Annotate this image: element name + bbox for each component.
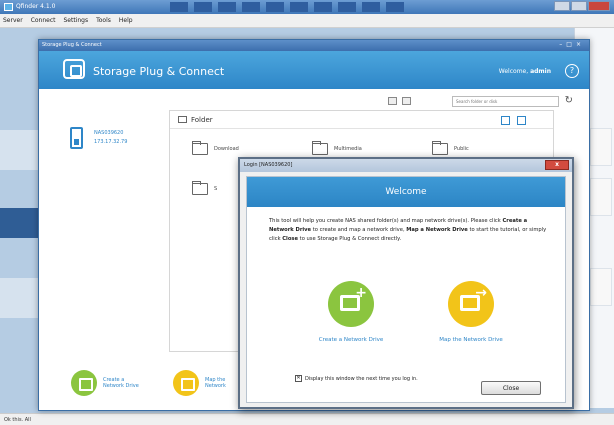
window-controls bbox=[554, 1, 610, 11]
welcome-banner: Welcome bbox=[247, 177, 565, 207]
login-content: Welcome This tool will help you create N… bbox=[246, 176, 566, 403]
list-view-icon[interactable] bbox=[402, 97, 411, 105]
menu-server[interactable]: Server bbox=[3, 17, 23, 24]
titlebar-strip bbox=[170, 0, 470, 14]
spc-header: Storage Plug & Connect Welcome, admin ? bbox=[39, 51, 589, 89]
maximize-button[interactable] bbox=[571, 1, 587, 11]
spc-caption: Storage Plug & Connect –□× bbox=[39, 40, 589, 51]
display-next-time-option[interactable]: ✕ Display this window the next time you … bbox=[295, 375, 418, 382]
storage-plug-icon bbox=[63, 59, 85, 79]
folder-icon bbox=[312, 141, 328, 155]
folder-icon bbox=[432, 141, 448, 155]
folder-icon bbox=[192, 141, 208, 155]
welcome-user: Welcome, admin bbox=[499, 68, 551, 75]
folder-name: Multimedia bbox=[334, 146, 362, 152]
folder-item-s[interactable]: S bbox=[192, 181, 218, 195]
qfinder-app-icon bbox=[4, 3, 13, 11]
qfinder-title: Qfinder 4.1.0 bbox=[16, 3, 56, 10]
map-network-drive-label: Map the Network Drive bbox=[439, 337, 503, 343]
folder-header-label: Folder bbox=[191, 116, 213, 124]
map-network-drive-icon bbox=[173, 370, 199, 396]
display-next-time-label: Display this window the next time you lo… bbox=[305, 375, 418, 382]
intro-text: This tool will help you create NAS share… bbox=[269, 218, 547, 242]
minimize-button[interactable] bbox=[554, 1, 570, 11]
folder-name: S bbox=[214, 186, 218, 192]
menu-help[interactable]: Help bbox=[119, 17, 133, 24]
login-dialog: Login [NAS039620] x Welcome This tool wi… bbox=[238, 157, 574, 409]
spc-toolbar: ↻ bbox=[39, 89, 589, 111]
refresh-icon[interactable]: ↻ bbox=[565, 95, 573, 106]
search-input[interactable] bbox=[452, 96, 559, 107]
folder-name: Public bbox=[454, 146, 469, 152]
grid-view-icon[interactable] bbox=[388, 97, 397, 105]
intro-close-link: Close bbox=[282, 236, 299, 242]
menu-settings[interactable]: Settings bbox=[64, 17, 89, 24]
nas-ip: 173.17.32.79 bbox=[94, 139, 128, 145]
display-next-time-checkbox[interactable]: ✕ bbox=[295, 375, 302, 382]
user-name: admin bbox=[530, 68, 551, 75]
close-button[interactable]: Close bbox=[481, 381, 541, 395]
create-network-drive-icon: + bbox=[328, 281, 374, 327]
nas-name[interactable]: NAS039620 bbox=[94, 130, 123, 136]
folder-name: Download bbox=[214, 146, 239, 152]
close-button[interactable] bbox=[588, 1, 610, 11]
new-folder-icon[interactable] bbox=[501, 116, 510, 125]
nas-device-icon[interactable] bbox=[70, 127, 83, 149]
create-network-drive-icon bbox=[71, 370, 97, 396]
folder-item-download[interactable]: Download bbox=[192, 141, 239, 155]
map-network-drive-action[interactable]: Map the Network bbox=[173, 370, 226, 396]
login-caption-title: Login [NAS039620] bbox=[244, 162, 293, 168]
create-network-drive-action[interactable]: Create a Network Drive bbox=[71, 370, 139, 396]
map-network-drive-icon: → bbox=[448, 281, 494, 327]
create-network-drive-button[interactable]: + Create a Network Drive bbox=[291, 281, 411, 343]
status-bar: Ok this. All bbox=[0, 413, 614, 425]
map-folder-icon[interactable] bbox=[517, 116, 526, 125]
folder-item-public[interactable]: Public bbox=[432, 141, 469, 155]
menu-bar: Server Connect Settings Tools Help bbox=[0, 14, 614, 28]
login-caption: Login [NAS039620] x bbox=[240, 159, 572, 172]
folder-icon bbox=[178, 116, 187, 123]
folder-icon bbox=[192, 181, 208, 195]
create-action-line2: Network Drive bbox=[103, 383, 139, 389]
folder-item-multimedia[interactable]: Multimedia bbox=[312, 141, 362, 155]
spc-window-controls[interactable]: –□× bbox=[559, 41, 585, 48]
folder-header: Folder bbox=[170, 111, 553, 129]
dialog-close-icon[interactable]: x bbox=[545, 160, 569, 170]
spc-title: Storage Plug & Connect bbox=[93, 65, 225, 78]
qfinder-titlebar: Qfinder 4.1.0 bbox=[0, 0, 614, 14]
create-network-drive-label: Create a Network Drive bbox=[318, 337, 384, 343]
menu-tools[interactable]: Tools bbox=[96, 17, 111, 24]
menu-connect[interactable]: Connect bbox=[31, 17, 56, 24]
intro-map-link: Map a Network Drive bbox=[406, 227, 468, 233]
welcome-prefix: Welcome, bbox=[498, 68, 529, 75]
help-icon[interactable]: ? bbox=[565, 64, 579, 78]
spc-caption-title: Storage Plug & Connect bbox=[42, 42, 102, 48]
map-action-line2: Network bbox=[205, 383, 226, 389]
map-network-drive-button[interactable]: → Map the Network Drive bbox=[411, 281, 531, 343]
